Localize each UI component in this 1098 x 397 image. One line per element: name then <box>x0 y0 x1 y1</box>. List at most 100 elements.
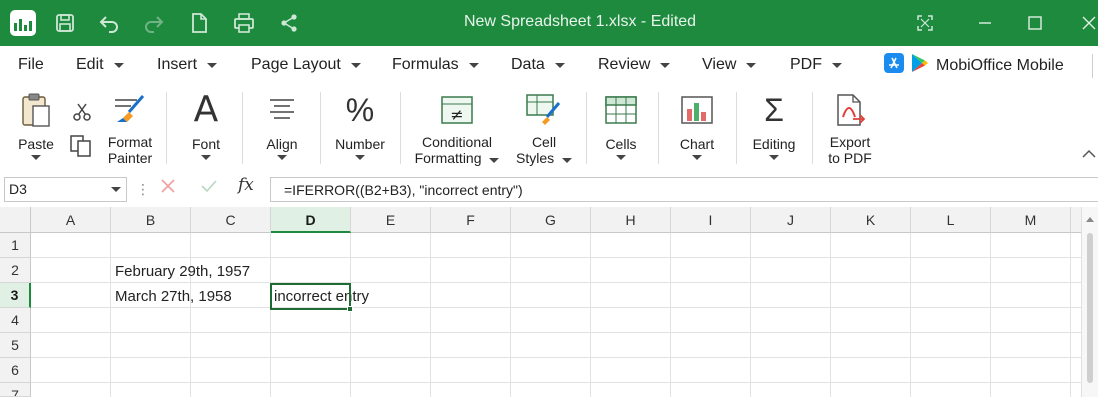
menu-formulas[interactable]: Formulas <box>392 56 479 74</box>
ribbon-toolbar: Paste Format Painter A Font Align % Numbe… <box>0 84 1098 172</box>
collapse-ribbon-icon[interactable] <box>1082 146 1098 160</box>
column-header-i[interactable]: I <box>671 207 751 233</box>
column-header-l[interactable]: L <box>911 207 991 233</box>
conditional-formatting-icon: ≠ <box>412 90 502 130</box>
minimize-icon[interactable] <box>970 8 1000 38</box>
google-play-icon <box>911 53 929 78</box>
maximize-icon[interactable] <box>1020 8 1050 38</box>
cell-styles-button[interactable]: Cell Styles <box>514 90 574 166</box>
row-header-3[interactable]: 3 <box>0 283 31 308</box>
chevron-down-icon <box>562 158 572 163</box>
chevron-down-icon <box>832 62 842 68</box>
paste-button[interactable]: Paste <box>14 90 58 160</box>
chevron-down-icon <box>554 62 565 68</box>
conditional-formatting-button[interactable]: ≠ Conditional Formatting <box>412 90 502 166</box>
chevron-down-icon <box>355 155 365 160</box>
paste-label: Paste <box>18 136 54 152</box>
column-header-j[interactable]: J <box>751 207 831 233</box>
cell-styles-label: Cell Styles <box>514 134 574 166</box>
font-button[interactable]: A Font <box>182 90 230 160</box>
copy-button[interactable] <box>68 134 94 161</box>
scroll-up-icon[interactable] <box>1085 215 1095 223</box>
menu-data[interactable]: Data <box>511 56 565 74</box>
drag-handle-icon[interactable]: ⋮ <box>136 181 150 198</box>
formula-bar: D3 ⋮ fx =IFERROR((B2+B3), "incorrect ent… <box>0 172 1098 206</box>
divider <box>242 92 243 164</box>
fill-handle[interactable] <box>347 306 353 312</box>
row-header-4[interactable]: 4 <box>0 308 31 333</box>
label-line: Conditional <box>421 134 493 150</box>
copy-icon <box>70 135 91 157</box>
svg-text:≠: ≠ <box>450 105 463 124</box>
cut-button[interactable] <box>70 102 94 125</box>
chevron-down-icon <box>616 155 626 160</box>
close-icon[interactable] <box>1074 8 1098 38</box>
row-header-2[interactable]: 2 <box>0 258 31 283</box>
editing-button[interactable]: Σ Editing <box>748 90 800 160</box>
row-header-7[interactable]: 7 <box>0 383 31 397</box>
divider <box>1092 54 1093 78</box>
row-header-6[interactable]: 6 <box>0 358 31 383</box>
cell-b3[interactable]: March 27th, 1958 <box>115 284 232 309</box>
formula-input[interactable]: =IFERROR((B2+B3), "incorrect entry") <box>270 177 1098 202</box>
chart-icon <box>672 90 722 130</box>
menu-view[interactable]: View <box>702 56 757 74</box>
format-painter-label: Format Painter <box>104 134 156 166</box>
align-button[interactable]: Align <box>258 90 306 160</box>
column-header-g[interactable]: G <box>511 207 591 233</box>
cells-button[interactable]: Cells <box>596 90 646 160</box>
column-header-e[interactable]: E <box>351 207 431 233</box>
format-painter-button[interactable]: Format Painter <box>104 90 156 166</box>
label-line: Styles <box>515 150 555 166</box>
column-header-m[interactable]: M <box>991 207 1071 233</box>
active-cell-border <box>270 283 351 310</box>
menu-label: Page Layout <box>251 56 341 73</box>
chevron-down-icon <box>660 62 671 68</box>
chart-button[interactable]: Chart <box>672 90 722 160</box>
row-header-1[interactable]: 1 <box>0 233 31 258</box>
divider <box>812 92 813 164</box>
cancel-icon[interactable] <box>160 178 176 199</box>
scrollbar-thumb[interactable] <box>1087 233 1093 383</box>
menu-label: View <box>702 56 737 73</box>
number-button[interactable]: % Number <box>332 90 388 160</box>
label-line: Cell <box>531 134 557 150</box>
column-header-d[interactable]: D <box>271 207 351 233</box>
chevron-down-icon <box>113 62 124 68</box>
menu-review[interactable]: Review <box>598 56 671 74</box>
divider <box>736 92 737 164</box>
font-label: Font <box>191 136 220 152</box>
vertical-scrollbar[interactable] <box>1081 207 1098 397</box>
number-label: Number <box>335 136 385 152</box>
label-line: to PDF <box>828 150 872 166</box>
column-header-k[interactable]: K <box>831 207 911 233</box>
function-icon[interactable]: fx <box>238 175 254 195</box>
column-header-b[interactable]: B <box>111 207 191 233</box>
divider <box>400 92 401 164</box>
menu-pdf[interactable]: PDF <box>790 56 842 74</box>
menu-label: Formulas <box>392 56 459 73</box>
confirm-icon[interactable] <box>200 178 218 199</box>
fullscreen-icon[interactable] <box>910 8 940 38</box>
select-all-corner[interactable] <box>0 207 31 233</box>
label-line: Format <box>107 134 153 150</box>
export-pdf-button[interactable]: Export to PDF <box>822 90 878 166</box>
chevron-down-icon <box>489 158 500 163</box>
column-header-a[interactable]: A <box>31 207 111 233</box>
name-box-value: D3 <box>9 181 27 197</box>
menu-file[interactable]: File <box>18 56 44 74</box>
column-header-f[interactable]: F <box>431 207 511 233</box>
menu-insert[interactable]: Insert <box>157 56 218 74</box>
mobioffice-promo[interactable]: MobiOffice Mobile <box>884 53 1064 78</box>
menu-edit[interactable]: Edit <box>76 56 124 74</box>
column-header-c[interactable]: C <box>191 207 271 233</box>
chevron-down-icon <box>111 187 121 192</box>
menu-page-layout[interactable]: Page Layout <box>251 56 361 74</box>
column-header-partial <box>1071 207 1081 233</box>
name-box[interactable]: D3 <box>4 177 127 202</box>
pdf-export-icon <box>822 90 878 130</box>
column-header-h[interactable]: H <box>591 207 671 233</box>
row-header-5[interactable]: 5 <box>0 333 31 358</box>
label-line: Export <box>829 134 871 150</box>
cell-b2[interactable]: February 29th, 1957 <box>115 259 250 284</box>
